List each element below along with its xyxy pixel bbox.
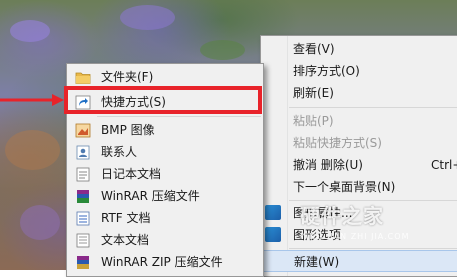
submenu-item-label: RTF 文档: [101, 211, 151, 225]
menu-item-refresh[interactable]: 刷新(E): [261, 82, 457, 104]
submenu-item-label: WinRAR ZIP 压缩文件: [101, 255, 223, 269]
submenu-item-folder[interactable]: 文件夹(F): [67, 66, 263, 88]
submenu-separator: [97, 116, 261, 117]
graphics-options-icon: [265, 227, 281, 242]
menu-item-view[interactable]: 查看(V): [261, 38, 457, 60]
menu-item-paste-shortcut[interactable]: 粘贴快捷方式(S): [261, 132, 457, 154]
graphics-properties-icon: [265, 205, 281, 220]
red-arrow-icon: [0, 94, 64, 106]
submenu-item-label: WinRAR 压缩文件: [101, 189, 200, 203]
menu-item-label: 撤消 删除(U): [293, 158, 363, 172]
submenu-item-label: 文件夹(F): [101, 70, 154, 84]
folder-icon: [75, 72, 91, 84]
menu-item-label: 刷新(E): [293, 86, 334, 100]
wallpaper-foliage: [200, 40, 245, 60]
submenu-item-label: 联系人: [101, 145, 138, 159]
menu-item-sort-by[interactable]: 排序方式(O): [261, 60, 457, 82]
submenu-item-label: 日记本文档: [101, 167, 162, 181]
menu-item-label: 粘贴快捷方式(S): [293, 136, 382, 150]
winrar-icon: [77, 190, 89, 203]
menu-item-shortcut: Ctrl+: [431, 158, 457, 172]
menu-separator: [289, 248, 457, 249]
submenu-item-bmp-image[interactable]: BMP 图像: [67, 119, 263, 141]
submenu-item-text-document[interactable]: 文本文档: [67, 229, 263, 251]
menu-item-new[interactable]: 新建(W): [261, 250, 457, 272]
menu-separator: [289, 107, 457, 108]
wallpaper-bluebells: [20, 205, 60, 240]
highlight-box: [64, 86, 262, 114]
menu-item-undo-delete[interactable]: 撤消 删除(U) Ctrl+: [261, 154, 457, 176]
submenu-item-label: 文本文档: [101, 233, 150, 247]
wallpaper-tree-trunk: [5, 130, 60, 170]
bmp-image-icon: [75, 123, 91, 138]
contact-icon: [76, 145, 90, 160]
watermark-title: 硬件之家: [300, 204, 384, 228]
wallpaper-bluebells: [120, 5, 175, 30]
menu-item-label: 查看(V): [293, 42, 335, 56]
menu-item-paste[interactable]: 粘贴(P): [261, 110, 457, 132]
wallpaper-bluebells: [10, 20, 50, 42]
text-document-icon: [76, 233, 90, 248]
submenu-item-journal[interactable]: 日记本文档: [67, 163, 263, 185]
winrar-zip-icon: [77, 256, 89, 269]
submenu-item-rtf-document[interactable]: RTF 文档: [67, 207, 263, 229]
menu-item-label: 新建(W): [294, 255, 340, 269]
watermark-subtitle: YING JIAN ZHI JIA.COM: [300, 232, 410, 241]
submenu-item-contact[interactable]: 联系人: [67, 141, 263, 163]
menu-item-next-desktop-background[interactable]: 下一个桌面背景(N): [261, 176, 457, 198]
journal-icon: [76, 167, 90, 182]
rtf-icon: [76, 211, 90, 226]
submenu-item-winrar-archive[interactable]: WinRAR 压缩文件: [67, 185, 263, 207]
menu-item-label: 粘贴(P): [293, 114, 334, 128]
menu-item-label: 排序方式(O): [293, 64, 360, 78]
submenu-item-label: BMP 图像: [101, 123, 155, 137]
menu-item-label: 下一个桌面背景(N): [293, 180, 396, 194]
